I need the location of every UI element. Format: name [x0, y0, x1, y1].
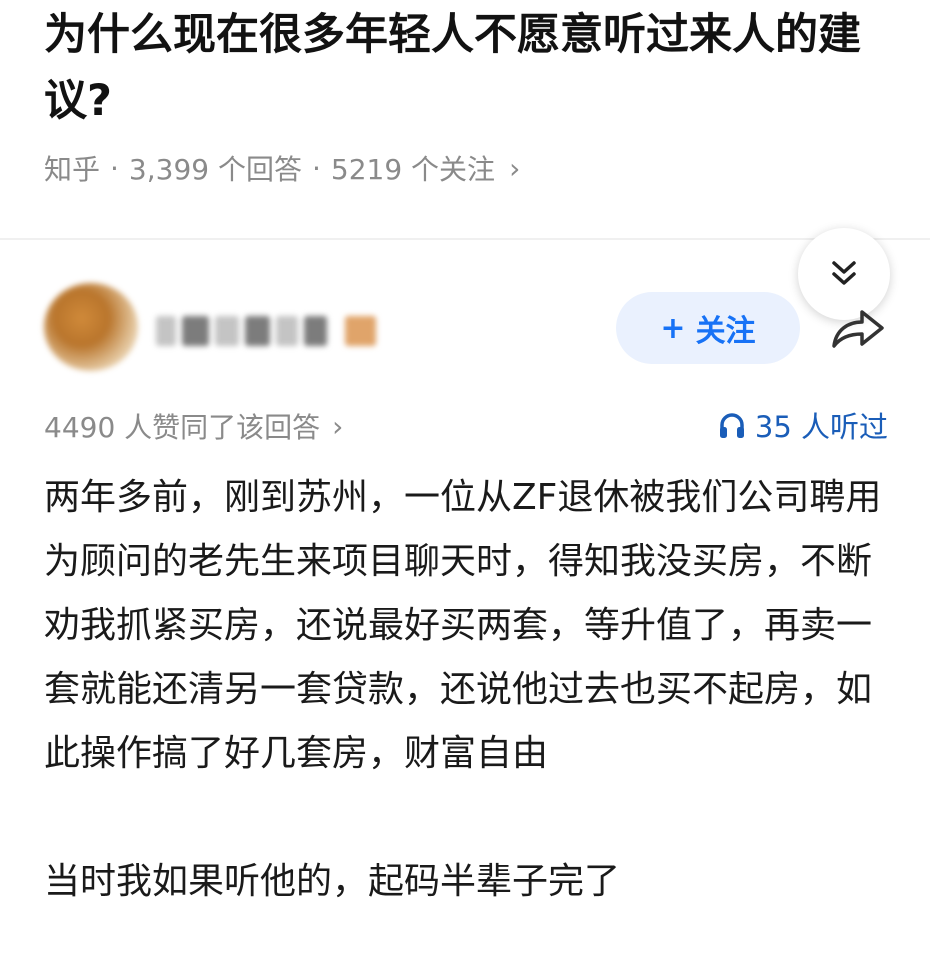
plus-icon: +: [660, 310, 686, 346]
vote-count-label: 4490 人赞同了该回答: [44, 411, 321, 444]
follow-label: 关注: [695, 314, 756, 349]
chevron-right-icon: ›: [509, 151, 521, 185]
chevron-right-icon: ›: [332, 409, 344, 443]
question-title: 为什么现在很多年轻人不愿意听过来人的建议?: [44, 10, 861, 126]
source-label: 知乎: [44, 153, 101, 186]
share-arrow-icon[interactable]: [828, 306, 888, 354]
answer-count: 3,399 个回答: [128, 153, 302, 186]
meta-separator: ·: [110, 151, 119, 185]
answer-paragraph: 两年多前，刚到苏州，一位从ZF退休被我们公司聘用为顾问的老先生来项目聊天时，得知…: [44, 477, 882, 774]
follower-count: 5219 个关注: [330, 153, 496, 186]
author-name-blurred[interactable]: [156, 310, 376, 352]
follow-button[interactable]: + 关注: [616, 292, 800, 364]
section-divider: [0, 238, 930, 240]
question-meta[interactable]: 知乎 · 3,399 个回答 · 5219 个关注 ›: [44, 148, 520, 188]
listen-count-label: 35 人听过: [754, 410, 888, 444]
chevron-double-down-icon: [832, 261, 856, 285]
vote-count[interactable]: 4490 人赞同了该回答 ›: [44, 406, 343, 446]
headphones-icon: [719, 413, 744, 438]
answer-paragraph: 当时我如果听他的，起码半辈子完了: [44, 861, 621, 902]
listen-count[interactable]: 35 人听过: [717, 404, 888, 446]
answer-body: 两年多前，刚到苏州，一位从ZF退休被我们公司聘用为顾问的老先生来项目聊天时，得知…: [44, 466, 894, 914]
meta-separator: ·: [311, 151, 321, 185]
avatar[interactable]: [44, 283, 138, 371]
